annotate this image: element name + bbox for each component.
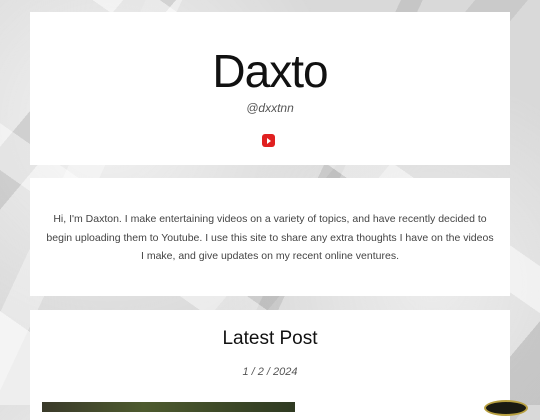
post-excerpt	[313, 400, 463, 408]
latest-post-card: Latest Post 1 / 2 / 2024	[30, 310, 510, 420]
post-thumbnail[interactable]	[42, 402, 295, 412]
about-text: Hi, I'm Daxton. I make entertaining vide…	[46, 213, 494, 262]
header-card: Daxto @dxxtnn	[30, 12, 510, 165]
play-icon	[267, 137, 271, 144]
post-date: 1 / 2 / 2024	[242, 366, 298, 378]
youtube-icon[interactable]	[262, 134, 275, 147]
about-card: Hi, I'm Daxton. I make entertaining vide…	[30, 178, 510, 296]
latest-post-heading: Latest Post	[222, 328, 318, 349]
decorative-badge	[484, 400, 528, 416]
user-handle: @dxxtnn	[246, 101, 294, 115]
site-title: Daxto	[212, 45, 328, 97]
